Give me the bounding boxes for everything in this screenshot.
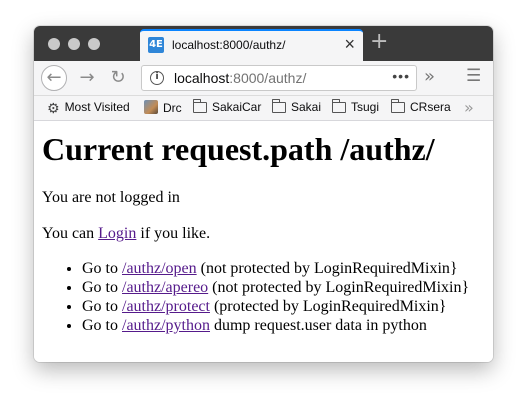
page-content: Current request.path /authz/ You are not… (34, 121, 493, 362)
hamburger-menu-icon[interactable]: ☰ (466, 66, 481, 86)
item-prefix: Go to (82, 279, 122, 296)
tab-title: localhost:8000/authz/ (172, 38, 286, 52)
bookmark-label: Most Visited (64, 100, 130, 114)
folder-icon (271, 99, 286, 113)
reload-icon[interactable]: ↻ (106, 66, 130, 90)
url-path: :8000/authz/ (229, 70, 307, 86)
list-item: Go to /authz/open (not protected by Logi… (82, 259, 469, 278)
login-prompt: You can Login if you like. (42, 225, 210, 243)
login-prefix: You can (42, 225, 99, 242)
folder-icon (390, 99, 405, 113)
bookmark-label: Tsugi (351, 100, 380, 114)
link-authz-apereo[interactable]: /authz/apereo (122, 279, 208, 296)
bookmark-label: SakaiCar (212, 100, 262, 114)
item-suffix: (protected by LoginRequiredMixin} (209, 298, 447, 315)
toolbar-overflow-icon[interactable]: » (424, 66, 435, 87)
bookmark-drc[interactable]: Drc (144, 100, 182, 116)
close-window-button[interactable] (48, 38, 60, 50)
minimize-window-button[interactable] (68, 38, 80, 50)
item-prefix: Go to (82, 298, 122, 315)
login-status: You are not logged in (42, 189, 180, 206)
list-item: Go to /authz/apereo (not protected by Lo… (82, 278, 469, 297)
links-list: Go to /authz/open (not protected by Logi… (42, 259, 469, 335)
avatar-icon (144, 100, 158, 114)
back-icon[interactable]: ← (41, 65, 67, 91)
list-item: Go to /authz/protect (protected by Login… (82, 297, 469, 316)
item-prefix: Go to (82, 317, 122, 334)
bookmark-most-visited[interactable]: ⚙ Most Visited (47, 100, 130, 116)
new-tab-icon[interactable]: + (370, 31, 388, 53)
bookmark-tsugi[interactable]: Tsugi (331, 99, 380, 116)
url-host: localhost (174, 70, 230, 86)
maximize-window-button[interactable] (88, 38, 100, 50)
folder-icon (192, 99, 207, 113)
browser-tab[interactable]: 4E localhost:8000/authz/ × (140, 29, 363, 61)
item-suffix: (not protected by LoginRequiredMixin} (196, 260, 458, 277)
browser-window: 4E localhost:8000/authz/ × + ← → ↻ i loc… (34, 26, 493, 362)
item-suffix: (not protected by LoginRequiredMixin} (208, 279, 470, 296)
page-title: Current request.path /authz/ (42, 131, 435, 167)
gear-icon: ⚙ (47, 101, 60, 117)
page-actions-icon[interactable]: ••• (392, 68, 410, 84)
link-authz-protect[interactable]: /authz/protect (122, 298, 210, 315)
bookmarks-toolbar: ⚙ Most Visited Drc SakaiCar Sakai Tsugi C… (34, 96, 493, 121)
favicon-icon: 4E (148, 37, 164, 53)
close-icon[interactable]: × (344, 35, 355, 53)
item-suffix: dump request.user data in python (209, 317, 427, 334)
folder-icon (331, 99, 346, 113)
link-authz-open[interactable]: /authz/open (122, 260, 197, 277)
bookmark-crsera[interactable]: CRsera (390, 99, 451, 116)
bookmarks-overflow-icon[interactable]: » (464, 98, 474, 117)
info-icon[interactable]: i (150, 71, 164, 85)
login-link[interactable]: Login (98, 225, 136, 242)
bookmark-sakai[interactable]: Sakai (271, 99, 322, 116)
url-text[interactable]: localhost:8000/authz/ (174, 70, 306, 86)
login-suffix: if you like. (136, 225, 211, 242)
url-bar[interactable]: i localhost:8000/authz/ ••• (141, 65, 417, 91)
bookmark-sakaicar[interactable]: SakaiCar (192, 99, 262, 116)
list-item: Go to /authz/python dump request.user da… (82, 316, 469, 335)
bookmark-label: Sakai (291, 100, 322, 114)
navigation-bar: ← → ↻ i localhost:8000/authz/ ••• » ☰ (34, 61, 493, 96)
forward-icon[interactable]: → (75, 66, 99, 90)
bookmark-label: CRsera (410, 100, 451, 114)
link-authz-python[interactable]: /authz/python (122, 317, 210, 334)
item-prefix: Go to (82, 260, 122, 277)
bookmark-label: Drc (163, 101, 182, 115)
title-bar: 4E localhost:8000/authz/ × + (34, 26, 493, 61)
